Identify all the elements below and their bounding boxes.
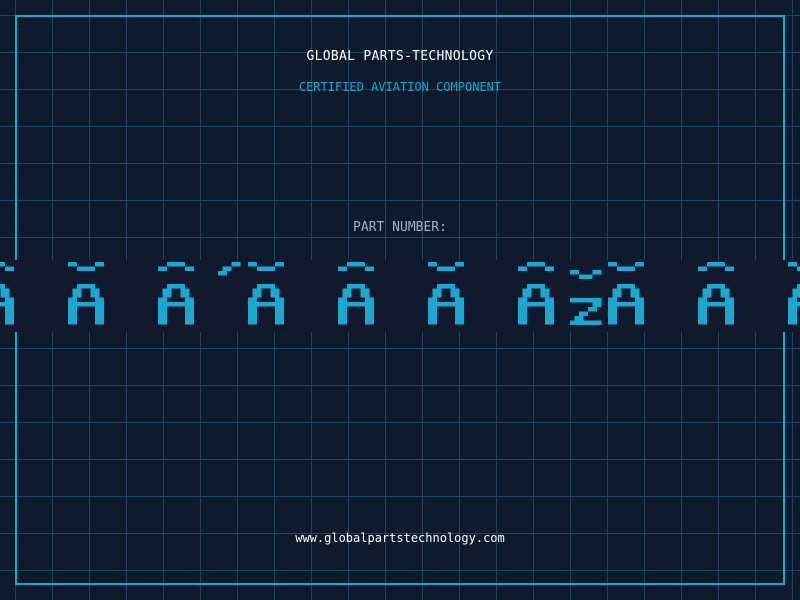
part-number-glyph xyxy=(570,270,602,325)
part-number-glyph xyxy=(218,262,241,276)
part-number-glyph xyxy=(338,262,374,325)
website-url: www.globalpartstechnology.com xyxy=(295,531,505,545)
part-number-glyph xyxy=(788,262,800,325)
certificate-canvas: GLOBAL PARTS-TECHNOLOGY CERTIFIED AVIATI… xyxy=(0,0,800,600)
part-number-glyph xyxy=(158,262,194,325)
part-number-glyph xyxy=(698,262,734,325)
certification-subtitle: CERTIFIED AVIATION COMPONENT xyxy=(298,80,502,94)
part-number-band xyxy=(0,260,800,332)
part-number-glyph xyxy=(248,262,284,325)
part-number-glyph xyxy=(68,262,104,325)
part-number-glyph xyxy=(0,262,14,325)
part-number-glyph xyxy=(518,262,554,325)
company-title: GLOBAL PARTS-TECHNOLOGY xyxy=(306,49,494,64)
part-number-value xyxy=(0,262,800,325)
part-number-glyph xyxy=(428,262,464,325)
part-number-glyph xyxy=(608,262,644,325)
part-number-label: PART NUMBER: xyxy=(353,220,447,235)
